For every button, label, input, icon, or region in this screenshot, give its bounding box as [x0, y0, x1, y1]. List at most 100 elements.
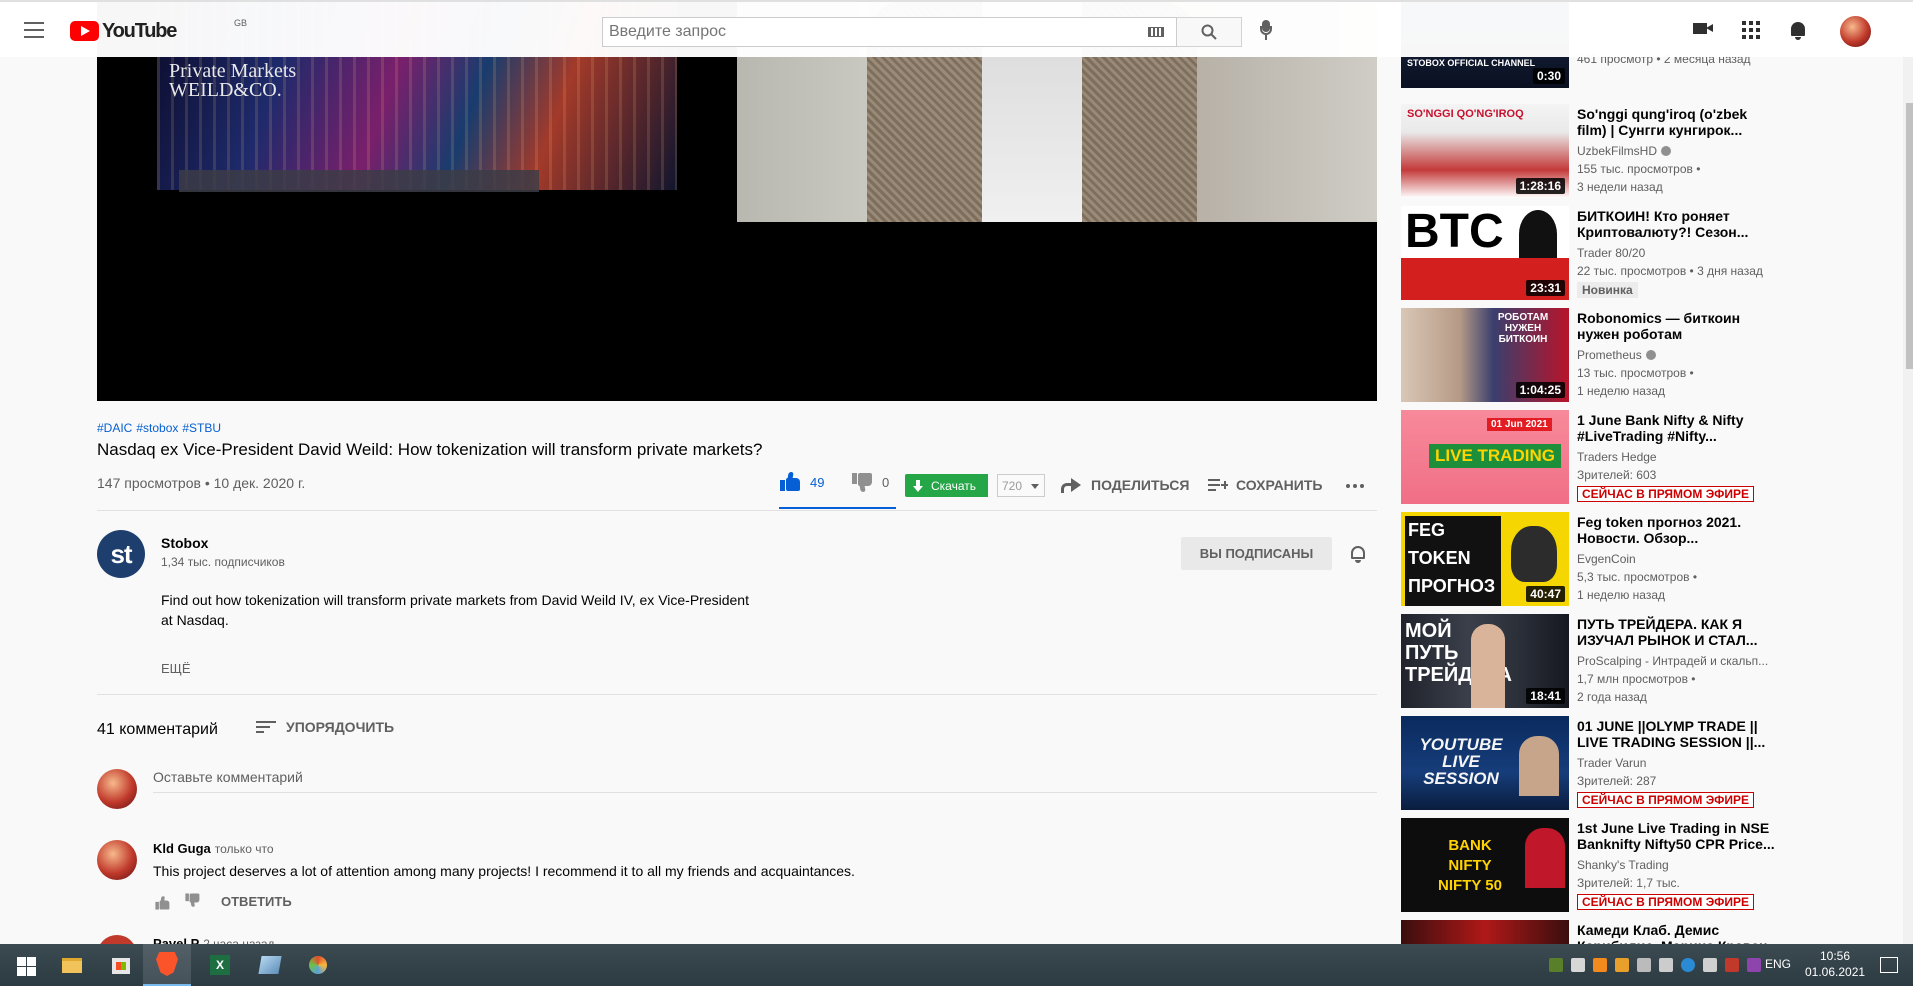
comment-time[interactable]: только что [215, 842, 274, 856]
store-icon[interactable] [107, 951, 135, 979]
video-thumbnail[interactable]: МОЙ ПУТЬ ТРЕЙДЕРА 18:41 [1401, 614, 1569, 708]
notification-bell-icon[interactable] [1350, 545, 1366, 563]
tray-app-icon[interactable] [1615, 958, 1629, 972]
video-title[interactable]: 01 JUNE ||OLYMP TRADE || LIVE TRADING SE… [1577, 718, 1777, 750]
tray-app-icon[interactable] [1681, 958, 1695, 972]
related-video[interactable]: FEG TOKEN ПРОГНОЗ МОНЕТЫ 40:47 Feg token… [1401, 512, 1901, 606]
video-meta: 22 тыс. просмотров • 3 дня назад [1577, 264, 1763, 278]
video-title[interactable]: Robonomics — биткоин нужен роботам [1577, 310, 1777, 342]
video-channel[interactable]: EvgenCoin [1577, 552, 1636, 566]
speaker-icon[interactable] [1659, 958, 1673, 972]
search-button[interactable] [1177, 17, 1242, 47]
search-input[interactable] [603, 18, 1123, 46]
channel-name[interactable]: Stobox [161, 535, 208, 551]
related-video[interactable]: SO'NGGI QO'NG'IROQ 1:28:16 So'nggi qung'… [1401, 104, 1901, 198]
quality-value: 720 [1002, 478, 1023, 493]
video-title[interactable]: 1st June Live Trading in NSE Banknifty N… [1577, 820, 1777, 852]
like-button[interactable]: 49 [780, 472, 824, 492]
description-line: Find out how tokenization will transform… [161, 592, 749, 608]
video-thumbnail[interactable]: РОБОТАМ НУЖЕН БИТКОИН 1:04:25 [1401, 308, 1569, 402]
download-button[interactable]: Скачать [905, 474, 988, 497]
search-box [602, 17, 1177, 47]
related-video[interactable]: РОБОТАМ НУЖЕН БИТКОИН 1:04:25 Robonomics… [1401, 308, 1901, 402]
sort-comments-button[interactable]: УПОРЯДОЧИТЬ [256, 719, 394, 735]
channel-avatar[interactable]: st [97, 530, 145, 578]
video-title[interactable]: Feg token прогноз 2021. Новости. Обзор..… [1577, 514, 1777, 546]
video-thumbnail[interactable]: YOUTUBE LIVE SESSION [1401, 716, 1569, 810]
video-thumbnail[interactable]: 01 Jun 2021 LIVE TRADING [1401, 410, 1569, 504]
tray-app-icon[interactable] [1725, 958, 1739, 972]
quality-select[interactable]: 720 [997, 474, 1045, 497]
reply-button[interactable]: ОТВЕТИТЬ [221, 894, 292, 909]
comment-author[interactable]: Kld Guga [153, 841, 211, 856]
slide-title-line2: WEILD&CO. [169, 79, 282, 101]
notifications-bell-icon[interactable] [1789, 21, 1807, 41]
dislike-button[interactable]: 0 [852, 472, 889, 492]
taskbar-active-app[interactable] [143, 944, 191, 986]
related-video[interactable]: Камеди Клаб. Демис Карибидис, Марина Кра… [1401, 920, 1901, 944]
video-title[interactable]: ПУТЬ ТРЕЙДЕРА. КАК Я ИЗУЧАЛ РЫНОК И СТАЛ… [1577, 616, 1777, 648]
windows-start-icon[interactable] [12, 951, 40, 979]
show-more-button[interactable]: ЕЩЁ [161, 661, 191, 676]
network-icon[interactable] [1703, 958, 1717, 972]
save-button[interactable]: СОХРАНИТЬ [1208, 470, 1322, 500]
tray-app-icon[interactable] [1571, 958, 1585, 972]
menu-icon[interactable] [24, 22, 44, 38]
related-video[interactable]: МОЙ ПУТЬ ТРЕЙДЕРА 18:41 ПУТЬ ТРЕЙДЕРА. К… [1401, 614, 1901, 708]
video-channel[interactable]: Prometheus [1577, 348, 1656, 362]
comment-like-icon[interactable] [155, 896, 170, 910]
video-thumbnail[interactable]: FEG TOKEN ПРОГНОЗ МОНЕТЫ 40:47 [1401, 512, 1569, 606]
comment-dislike-icon[interactable] [185, 893, 200, 907]
views-date: 147 просмотров • 10 дек. 2020 г. [97, 475, 306, 491]
hashtag-link[interactable]: #DAIC [97, 421, 132, 435]
tray-app-icon[interactable] [1549, 958, 1563, 972]
video-channel[interactable]: Trader 80/20 [1577, 246, 1645, 260]
video-channel[interactable]: ProScalping - Интрадей и скальп... [1577, 654, 1768, 668]
account-avatar[interactable] [1840, 16, 1871, 47]
video-title[interactable]: So'nggi qung'iroq (o'zbek film) | Сунгги… [1577, 106, 1777, 138]
file-explorer-icon[interactable] [58, 951, 86, 979]
related-video[interactable]: BANK NIFTY NIFTY 50 1st June Live Tradin… [1401, 818, 1901, 912]
video-channel[interactable]: UzbekFilmsHD [1577, 144, 1672, 158]
video-title[interactable]: БИТКОИН! Кто роняет Криптовалюту?! Сезон… [1577, 208, 1777, 240]
video-title[interactable]: Камеди Клаб. Демис Карибидис, Марина Кра… [1577, 922, 1777, 944]
tray-app-icon[interactable] [1593, 958, 1607, 972]
share-button[interactable]: ПОДЕЛИТЬСЯ [1061, 470, 1189, 500]
video-thumbnail[interactable]: BANK NIFTY NIFTY 50 [1401, 818, 1569, 912]
microphone-icon[interactable] [1258, 20, 1274, 42]
tray-app-icon[interactable] [1747, 958, 1761, 972]
app-icon[interactable] [304, 951, 332, 979]
action-center-icon[interactable] [1880, 957, 1898, 973]
video-title[interactable]: 1 June Bank Nifty & Nifty #LiveTrading #… [1577, 412, 1777, 444]
video-thumbnail[interactable]: SO'NGGI QO'NG'IROQ 1:28:16 [1401, 104, 1569, 198]
taskbar-clock[interactable]: 10:56 01.06.2021 [1805, 948, 1865, 980]
live-badge: СЕЙЧАС В ПРЯМОМ ЭФИРЕ [1577, 792, 1754, 808]
apps-grid-icon[interactable] [1742, 21, 1760, 39]
subscribed-button[interactable]: ВЫ ПОДПИСАНЫ [1181, 537, 1332, 570]
video-channel[interactable]: Traders Hedge [1577, 450, 1657, 464]
thumbs-up-icon [780, 472, 802, 492]
video-thumbnail[interactable]: BTC 23:31 [1401, 206, 1569, 300]
youtube-logo[interactable]: YouTube GB [70, 18, 247, 42]
related-video[interactable]: 01 Jun 2021 LIVE TRADING 1 June Bank Nif… [1401, 410, 1901, 504]
video-duration: 18:41 [1526, 688, 1565, 704]
related-video[interactable]: YOUTUBE LIVE SESSION 01 JUNE ||OLYMP TRA… [1401, 716, 1901, 810]
input-language[interactable]: ENG [1765, 957, 1791, 971]
related-video[interactable]: BTC 23:31 БИТКОИН! Кто роняет Криптовалю… [1401, 206, 1901, 300]
video-channel[interactable]: Shanky's Trading [1577, 858, 1669, 872]
video-thumbnail[interactable] [1401, 920, 1569, 944]
video-channel[interactable]: Trader Varun [1577, 756, 1646, 770]
video-title: Nasdaq ex Vice-President David Weild: Ho… [97, 440, 763, 459]
hashtag-link[interactable]: #stobox [136, 421, 178, 435]
scrollbar-thumb[interactable] [1906, 103, 1913, 369]
app-icon[interactable] [256, 951, 284, 979]
keyboard-icon[interactable] [1148, 27, 1164, 37]
comment-input[interactable]: Оставьте комментарий [153, 769, 1377, 793]
more-actions-icon[interactable] [1346, 484, 1364, 488]
video-player[interactable]: Private Markets WEILD&CO. [97, 0, 1377, 401]
tray-app-icon[interactable] [1637, 958, 1651, 972]
create-video-icon[interactable] [1693, 21, 1713, 35]
commenter-avatar[interactable] [97, 840, 137, 880]
hashtag-link[interactable]: #STBU [182, 421, 221, 435]
excel-icon[interactable]: X [206, 951, 234, 979]
